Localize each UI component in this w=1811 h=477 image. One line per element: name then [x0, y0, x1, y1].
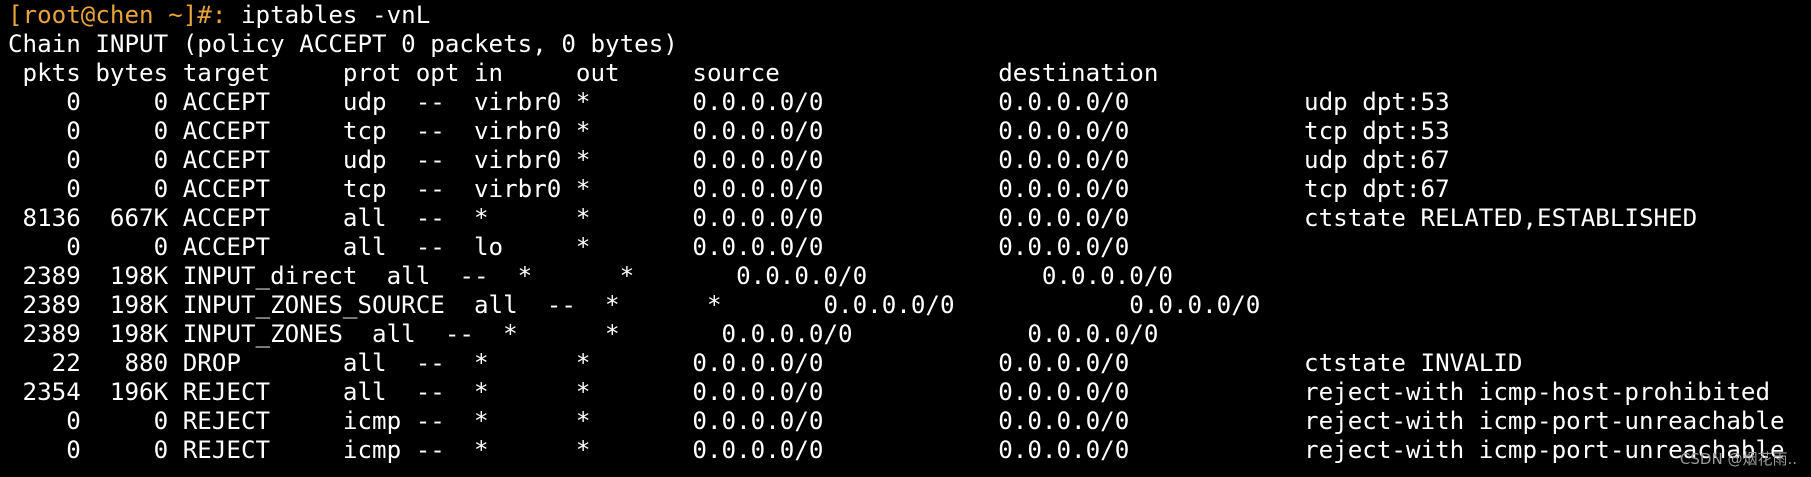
rule-row: 8136 667K ACCEPT all -- * * 0.0.0.0/0 0.…: [8, 204, 1698, 232]
chain-header: Chain INPUT (policy ACCEPT 0 packets, 0 …: [8, 30, 678, 58]
column-header: pkts bytes target prot opt in out source…: [8, 59, 1159, 87]
rule-row: 2389 198K INPUT_ZONES all -- * * 0.0.0.0…: [8, 320, 1159, 348]
terminal-window[interactable]: [root@chen ~]#: iptables -vnL Chain INPU…: [0, 0, 1811, 477]
rule-row: 0 0 ACCEPT udp -- virbr0 * 0.0.0.0/0 0.0…: [8, 88, 1450, 116]
rule-row: 2354 196K REJECT all -- * * 0.0.0.0/0 0.…: [8, 378, 1771, 406]
watermark-text: CSDN @烟花雨..: [1679, 450, 1797, 468]
rule-row: 0 0 ACCEPT all -- lo * 0.0.0.0/0 0.0.0.0…: [8, 233, 1130, 261]
rule-row: 0 0 ACCEPT tcp -- virbr0 * 0.0.0.0/0 0.0…: [8, 117, 1450, 145]
shell-prompt: [root@chen ~]#:: [8, 1, 227, 29]
rule-row: 2389 198K INPUT_direct all -- * * 0.0.0.…: [8, 262, 1173, 290]
command-text: iptables -vnL: [226, 1, 431, 29]
rule-row: 0 0 REJECT icmp -- * * 0.0.0.0/0 0.0.0.0…: [8, 407, 1785, 435]
rule-row: 22 880 DROP all -- * * 0.0.0.0/0 0.0.0.0…: [8, 349, 1523, 377]
rule-row: 0 0 ACCEPT tcp -- virbr0 * 0.0.0.0/0 0.0…: [8, 175, 1450, 203]
command-line: [root@chen ~]#: iptables -vnL: [8, 1, 1811, 30]
rule-row: 0 0 REJECT icmp -- * * 0.0.0.0/0 0.0.0.0…: [8, 436, 1785, 464]
rule-row: 2389 198K INPUT_ZONES_SOURCE all -- * * …: [8, 291, 1261, 319]
rule-row: 0 0 ACCEPT udp -- virbr0 * 0.0.0.0/0 0.0…: [8, 146, 1450, 174]
